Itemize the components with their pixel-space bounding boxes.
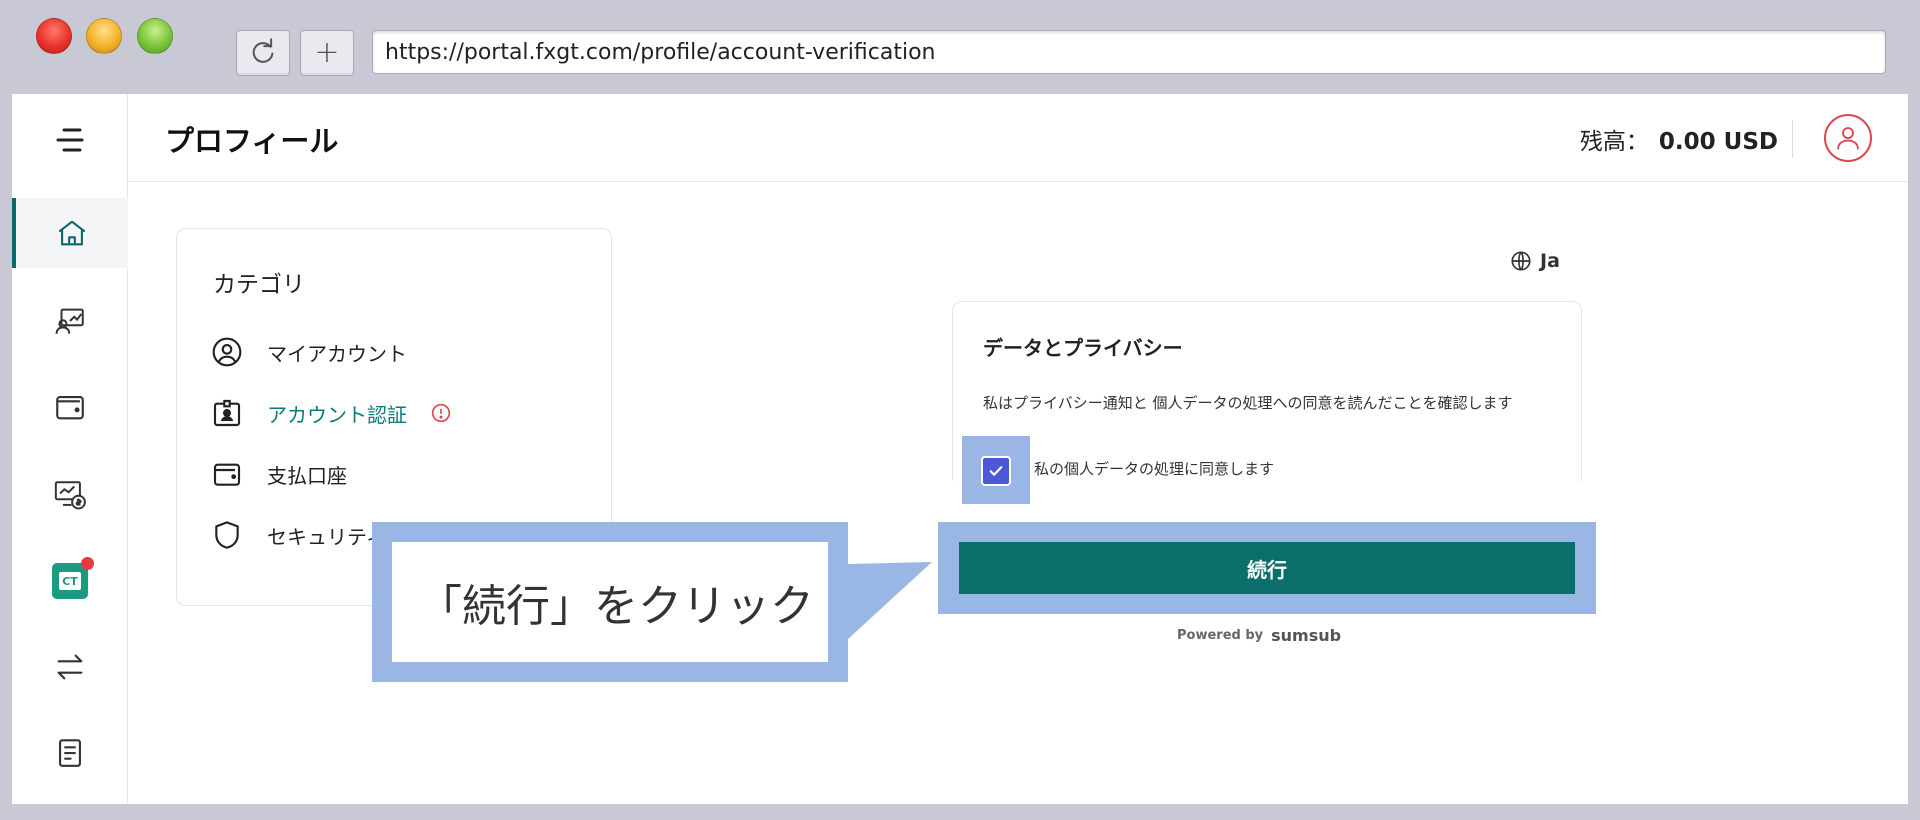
app-window: CT プロフィール 残高： 0.00 USD カテゴリ マイアカウント アカウン…	[12, 94, 1908, 804]
sidebar-item-reports[interactable]	[12, 718, 128, 788]
new-tab-button[interactable]: +	[300, 30, 354, 76]
menu-icon	[56, 128, 84, 152]
shield-icon	[215, 521, 239, 549]
balance-display: 残高： 0.00 USD	[1580, 122, 1778, 156]
category-item-label: アカウント認証	[267, 402, 407, 427]
address-bar[interactable]: https://portal.fxgt.com/profile/account-…	[372, 30, 1886, 74]
maximize-window-button[interactable]	[137, 18, 173, 54]
category-item-label: マイアカウント	[267, 341, 407, 366]
browser-chrome: + https://portal.fxgt.com/profile/accoun…	[0, 0, 1920, 94]
warning-icon	[431, 403, 451, 423]
menu-toggle-button[interactable]	[52, 122, 88, 158]
instruction-callout: 「続行」をクリック	[372, 522, 848, 682]
document-icon	[59, 739, 81, 767]
category-item-my-account[interactable]: マイアカウント	[211, 332, 407, 372]
header-divider	[1792, 120, 1793, 158]
transfer-icon	[57, 654, 83, 680]
home-icon	[58, 220, 86, 246]
privacy-notice: 私はプライバシー通知と 個人データの処理への同意を読んだことを確認します	[983, 394, 1513, 412]
balance-amount: 0.00	[1658, 129, 1716, 155]
category-item-payment-accounts[interactable]: 支払口座	[211, 454, 347, 494]
consent-checkbox[interactable]	[981, 456, 1011, 486]
sidebar-item-home[interactable]	[12, 198, 128, 268]
page-header: プロフィール 残高： 0.00 USD	[129, 94, 1908, 182]
language-label: Ja	[1540, 250, 1560, 272]
user-chart-icon	[55, 308, 84, 334]
plus-icon: +	[314, 35, 340, 70]
language-selector[interactable]: Ja	[1510, 250, 1560, 272]
category-item-account-verification[interactable]: アカウント認証	[211, 393, 451, 433]
category-title: カテゴリ	[213, 272, 305, 298]
sidebar-item-copy-trading[interactable]: CT	[12, 546, 128, 616]
url-text: https://portal.fxgt.com/profile/account-…	[385, 39, 936, 65]
reload-icon	[252, 38, 274, 63]
minimize-window-button[interactable]	[86, 18, 122, 54]
user-circle-icon	[212, 337, 242, 367]
page-title: プロフィール	[165, 124, 339, 158]
sidebar: CT	[12, 94, 128, 804]
category-item-security[interactable]: セキュリティ	[211, 515, 386, 555]
powered-by-label: Powered by	[1177, 628, 1264, 643]
checkmark-icon	[989, 466, 1003, 476]
category-item-label: 支払口座	[267, 463, 347, 488]
sumsub-logo: sumsub	[1271, 626, 1342, 645]
balance-label: 残高：	[1579, 129, 1649, 155]
sidebar-item-transfer[interactable]	[12, 632, 128, 702]
category-item-label: セキュリティ	[267, 524, 386, 549]
monitor-dollar-icon	[54, 481, 86, 510]
globe-icon	[1511, 251, 1531, 271]
consent-label: 私の個人データの処理に同意します	[1034, 460, 1275, 478]
notification-dot	[81, 557, 94, 570]
continue-button[interactable]: 続行	[959, 542, 1575, 594]
wallet-icon	[213, 463, 241, 486]
balance-currency: USD	[1723, 129, 1778, 155]
sidebar-item-wallet[interactable]	[12, 372, 128, 442]
privacy-title: データとプライバシー	[983, 336, 1183, 360]
copy-trading-icon: CT	[52, 557, 94, 599]
sidebar-item-trading[interactable]	[12, 460, 128, 530]
id-card-icon	[213, 399, 241, 427]
callout-text: 「続行」をクリック	[392, 542, 828, 662]
avatar[interactable]	[1824, 114, 1872, 162]
powered-by: Powered by sumsub	[1177, 626, 1341, 645]
privacy-card: データとプライバシー 私はプライバシー通知と 個人データの処理への同意を読んだこ…	[952, 301, 1582, 481]
close-window-button[interactable]	[36, 18, 72, 54]
wallet-icon	[56, 396, 84, 420]
reload-button[interactable]	[236, 30, 290, 76]
sidebar-item-accounts[interactable]	[12, 286, 128, 356]
user-icon	[1837, 127, 1859, 150]
